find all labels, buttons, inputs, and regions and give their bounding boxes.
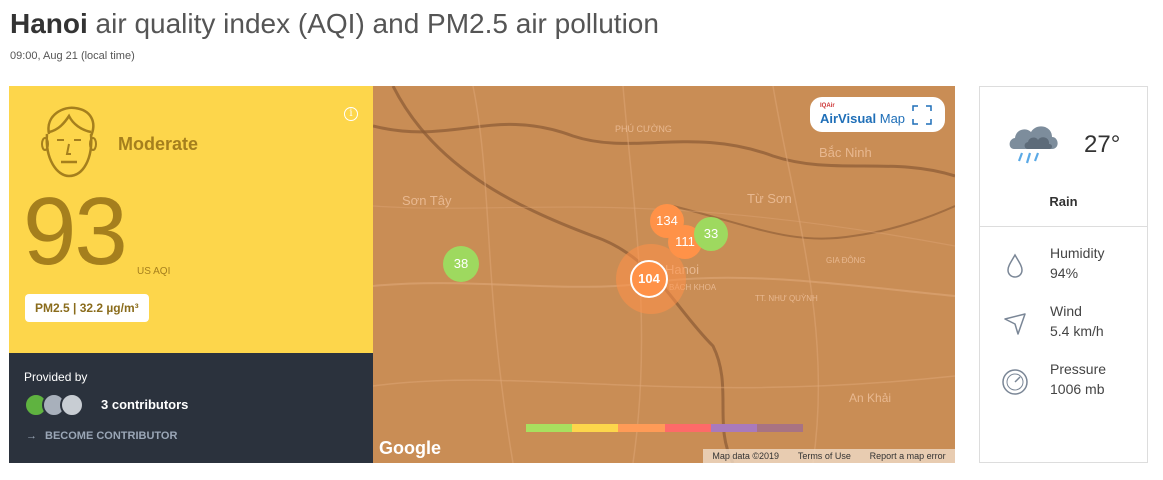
city-name: Hanoi bbox=[10, 8, 88, 39]
temperature: 27° bbox=[1084, 131, 1121, 158]
airvisual-map-label: Map bbox=[879, 111, 906, 126]
fullscreen-icon[interactable] bbox=[912, 105, 932, 125]
scale-segment bbox=[526, 424, 573, 432]
map-place-label: Từ Sơn bbox=[747, 191, 792, 206]
weather-panel: 27° Rain Humidity 94% Wind 5.4 km/h Pres… bbox=[979, 86, 1148, 463]
contributors-count[interactable]: 3 contributors bbox=[101, 397, 188, 412]
aqi-panel: Moderate i 93 US AQI PM2.5 | 32.2 µg/m³ bbox=[9, 86, 373, 353]
iqair-logo: IQAir bbox=[820, 103, 835, 109]
scale-segment bbox=[756, 424, 804, 432]
pressure-label: Pressure bbox=[1050, 361, 1107, 377]
aqi-value: 93 bbox=[23, 178, 128, 285]
title-text: air quality index (AQI) and PM2.5 air po… bbox=[87, 8, 659, 39]
become-contributor-label: BECOME CONTRIBUTOR bbox=[45, 430, 178, 442]
airvisual-logo: AirVisual Map bbox=[820, 111, 905, 126]
contributor-avatars[interactable] bbox=[24, 393, 104, 417]
humidity-drop-icon bbox=[1007, 253, 1023, 278]
scale-segment bbox=[710, 424, 757, 432]
map-place-label: GIA ĐÔNG bbox=[826, 256, 866, 265]
map-place-label: An Khải bbox=[849, 391, 892, 405]
face-icon bbox=[41, 106, 97, 178]
scale-segment bbox=[618, 424, 665, 432]
wind-row: Wind 5.4 km/h bbox=[1000, 303, 1140, 347]
scale-segment bbox=[572, 424, 619, 432]
avatar[interactable] bbox=[60, 393, 84, 417]
humidity-value: 94% bbox=[1050, 265, 1079, 281]
station-marker[interactable]: 38 bbox=[443, 246, 479, 282]
station-marker[interactable]: 33 bbox=[694, 217, 728, 251]
pressure-value: 1006 mb bbox=[1050, 381, 1105, 397]
wind-value: 5.4 km/h bbox=[1050, 323, 1104, 339]
air-quality-map[interactable]: PHÚ CƯỜNG Bắc Ninh Sơn Tây Từ Sơn GIA ĐÔ… bbox=[373, 86, 955, 463]
map-attribution: Map data ©2019 Terms of Use Report a map… bbox=[703, 449, 955, 463]
humidity-label: Humidity bbox=[1050, 245, 1105, 261]
airvisual-brand: AirVisual bbox=[820, 111, 877, 126]
info-icon[interactable]: i bbox=[344, 107, 358, 121]
arrow-right-icon: → bbox=[26, 430, 37, 442]
aqi-color-scale bbox=[526, 424, 804, 432]
page-title: Hanoi air quality index (AQI) and PM2.5 … bbox=[10, 8, 659, 40]
map-place-label: TT. NHƯ QUỲNH bbox=[755, 294, 818, 303]
wind-label: Wind bbox=[1050, 303, 1082, 319]
pressure-row: Pressure 1006 mb bbox=[1000, 361, 1140, 405]
wind-direction-icon bbox=[1004, 313, 1026, 335]
aqi-level: Moderate bbox=[118, 134, 199, 154]
airvisual-map-button[interactable]: IQAir AirVisual Map bbox=[810, 97, 945, 132]
map-place-label: Bắc Ninh bbox=[819, 145, 872, 160]
scale-segment bbox=[664, 424, 711, 432]
report-map-error-link[interactable]: Report a map error bbox=[870, 449, 946, 463]
selected-station-marker[interactable]: 104 bbox=[630, 260, 668, 298]
pm25-badge: PM2.5 | 32.2 µg/m³ bbox=[25, 294, 149, 322]
provided-by-label: Provided by bbox=[24, 370, 88, 384]
terms-of-use-link[interactable]: Terms of Use bbox=[798, 449, 851, 463]
aqi-unit: US AQI bbox=[137, 266, 171, 277]
humidity-row: Humidity 94% bbox=[1000, 245, 1140, 289]
local-time: 09:00, Aug 21 (local time) bbox=[10, 50, 135, 62]
become-contributor-link[interactable]: → BECOME CONTRIBUTOR bbox=[26, 430, 177, 442]
contributors-panel: Provided by 3 contributors → BECOME CONTR… bbox=[9, 353, 373, 463]
weather-condition: Rain bbox=[1049, 194, 1078, 209]
map-place-label: Sơn Tây bbox=[402, 193, 452, 208]
map-data-credit: Map data ©2019 bbox=[712, 451, 780, 461]
google-logo: Google bbox=[379, 438, 441, 458]
rain-cloud-icon bbox=[1009, 126, 1058, 164]
map-place-label: PHÚ CƯỜNG bbox=[615, 124, 672, 134]
pressure-gauge-icon bbox=[1002, 369, 1028, 395]
weather-summary: 27° Rain bbox=[980, 87, 1147, 227]
